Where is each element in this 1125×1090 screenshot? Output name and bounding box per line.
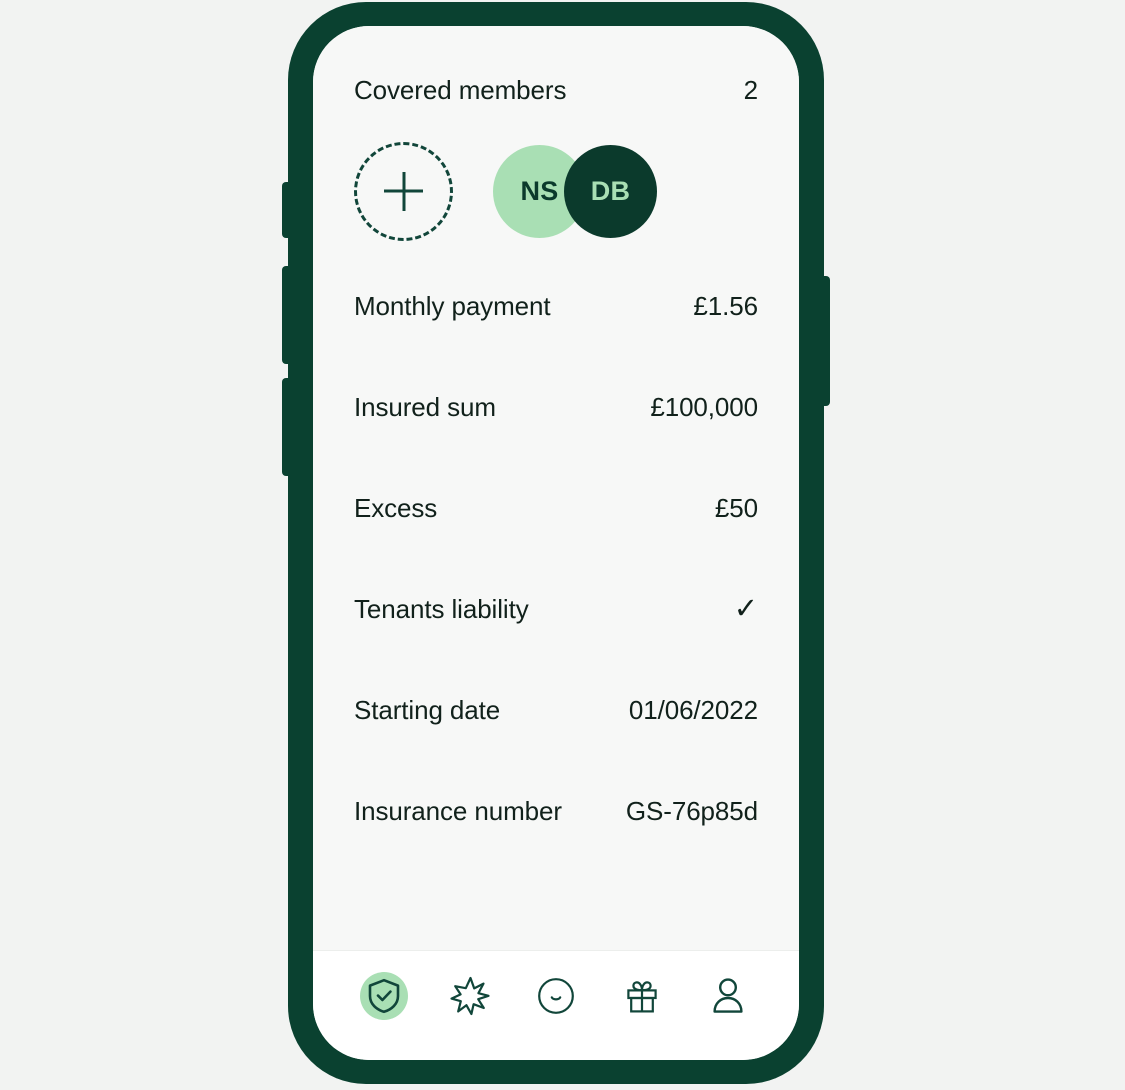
- detail-label: Insured sum: [354, 392, 496, 422]
- phone-mute-switch[interactable]: [282, 182, 291, 238]
- screenshot-canvas: Covered members 2 NS DB Monthly payment: [0, 0, 1125, 1090]
- detail-value: £1.56: [693, 291, 758, 321]
- detail-row-monthly-payment[interactable]: Monthly payment £1.56: [354, 256, 758, 357]
- nav-item-insurance[interactable]: [353, 965, 415, 1027]
- plus-icon: [384, 172, 423, 211]
- detail-value: £50: [714, 493, 758, 523]
- avatar-initials: NS: [520, 175, 559, 206]
- phone-screen: Covered members 2 NS DB Monthly payment: [313, 26, 799, 1060]
- detail-row-insured-sum[interactable]: Insured sum £100,000: [354, 357, 758, 458]
- sparkle-burst-icon: [450, 976, 490, 1015]
- avatar-member-2[interactable]: DB: [564, 144, 657, 238]
- detail-value: £100,000: [650, 392, 758, 422]
- add-member-button[interactable]: [354, 141, 453, 241]
- detail-value: GS-76p85d: [625, 796, 758, 826]
- shield-check-icon: [368, 978, 400, 1013]
- covered-members-label: Covered members: [354, 75, 567, 105]
- phone-power-button[interactable]: [821, 276, 830, 406]
- detail-label: Starting date: [354, 695, 501, 725]
- detail-label: Monthly payment: [354, 291, 551, 321]
- detail-value: 01/06/2022: [628, 695, 758, 725]
- person-icon: [713, 977, 743, 1013]
- detail-row-excess[interactable]: Excess £50: [354, 458, 758, 559]
- smiley-face-icon: [538, 977, 574, 1014]
- bottom-navigation-bar: [313, 950, 799, 1060]
- nav-item-profile[interactable]: [697, 965, 759, 1027]
- nav-item-rewards[interactable]: [439, 965, 501, 1027]
- detail-row-insurance-number[interactable]: Insurance number GS-76p85d: [354, 761, 758, 862]
- gift-box-icon: [627, 980, 657, 1012]
- detail-label: Excess: [354, 493, 438, 523]
- checkmark-icon: ✓: [733, 593, 758, 625]
- covered-members-avatars: NS DB: [354, 120, 758, 256]
- policy-details-panel: Covered members 2 NS DB Monthly payment: [313, 26, 799, 950]
- detail-row-starting-date[interactable]: Starting date 01/06/2022: [354, 660, 758, 761]
- detail-label: Tenants liability: [354, 594, 529, 624]
- phone-volume-up-button[interactable]: [282, 266, 291, 364]
- detail-label: Insurance number: [354, 796, 562, 826]
- nav-item-support[interactable]: [525, 965, 587, 1027]
- nav-item-gifts[interactable]: [611, 965, 673, 1027]
- covered-members-count: 2: [743, 75, 758, 105]
- avatar-stack: NS DB: [493, 144, 657, 238]
- detail-row-tenants-liability[interactable]: Tenants liability ✓: [354, 559, 758, 660]
- covered-members-header: Covered members 2: [354, 26, 758, 120]
- avatar-initials: DB: [590, 175, 631, 206]
- phone-volume-down-button[interactable]: [282, 378, 291, 476]
